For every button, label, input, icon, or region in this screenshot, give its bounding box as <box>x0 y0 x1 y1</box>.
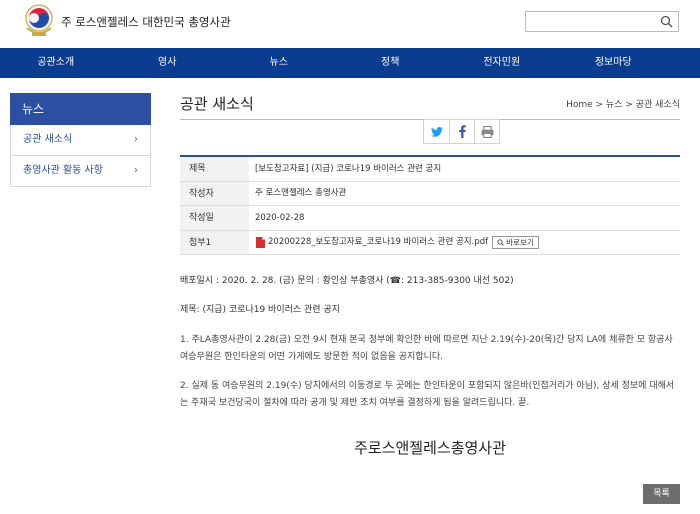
search-icon[interactable] <box>660 15 673 28</box>
post-author: 주 로스앤젤레스 총영사관 <box>255 188 347 199</box>
site-header: 주 로스앤젤레스 대한민국 총영사관 <box>0 0 700 48</box>
magnifier-icon <box>497 239 504 246</box>
pdf-icon <box>256 236 265 248</box>
print-button[interactable] <box>474 120 499 143</box>
release-info: 배포일시 : 2020. 2. 28. (금) 문의 : 황인상 부총영사 (☎… <box>180 276 514 286</box>
sidebar-heading: 뉴스 <box>10 93 151 125</box>
nav-item-policy[interactable]: 정책 <box>335 48 447 78</box>
facebook-share-button[interactable] <box>449 120 474 143</box>
sidebar-item-news[interactable]: 공관 새소식 › <box>10 125 151 156</box>
share-bar <box>423 119 500 144</box>
author-label: 작성자 <box>180 181 249 205</box>
sidebar-item-label: 공관 새소식 <box>23 134 73 145</box>
nav-item-consular[interactable]: 영사 <box>112 48 224 78</box>
sidebar-item-activities[interactable]: 총영사관 활동 사항 › <box>10 156 151 187</box>
post-date: 2020-02-28 <box>255 212 305 223</box>
nav-item-news[interactable]: 뉴스 <box>223 48 335 78</box>
page-title: 공관 새소식 <box>180 95 254 113</box>
search-input[interactable] <box>526 12 654 31</box>
facebook-icon <box>458 125 466 138</box>
chevron-right-icon: › <box>134 165 138 176</box>
attachment-link[interactable]: 20200228_보도참고자료_코로나19 바이러스 관련 공지.pdf <box>268 231 488 255</box>
nav-item-about[interactable]: 공관소개 <box>0 48 112 78</box>
print-icon <box>481 125 493 138</box>
attachment-cell: 20200228_보도참고자료_코로나19 바이러스 관련 공지.pdf 바로보… <box>249 231 680 255</box>
post-info-table: 제목 [보도참고자료] (지급) 코로나19 바이러스 관련 공지 작성자 주 … <box>180 155 680 255</box>
content-paragraph: 1. 주LA총영사관이 2.28(금) 오전 9시 현재 본국 정부에 확인한 … <box>180 335 673 362</box>
date-label: 작성일 <box>180 206 249 230</box>
main-nav: 공관소개 영사 뉴스 정책 전자민원 정보마당 <box>0 48 700 78</box>
breadcrumb[interactable]: Home > 뉴스 > 공관 새소식 <box>566 97 680 110</box>
closing-signature: 주로스앤젤레스총영사관 <box>354 439 506 457</box>
subject-label: 제목 <box>180 157 249 181</box>
nav-item-info[interactable]: 정보마당 <box>558 48 670 78</box>
table-row: 작성자 주 로스앤젤레스 총영사관 <box>180 181 680 206</box>
search-box[interactable] <box>525 11 679 32</box>
sidebar: 뉴스 공관 새소식 › 총영사관 활동 사항 › <box>10 93 151 187</box>
table-row: 작성일 2020-02-28 <box>180 206 680 231</box>
site-title[interactable]: 주 로스앤젤레스 대한민국 총영사관 <box>61 14 231 30</box>
twitter-icon <box>430 126 443 137</box>
table-row: 첨부1 20200228_보도참고자료_코로나19 바이러스 관련 공지.pdf… <box>180 230 680 255</box>
chevron-right-icon: › <box>134 134 138 145</box>
content-subject: 제목: (지급) 코로나19 바이러스 관련 공지 <box>180 305 341 315</box>
nav-item-e-civil[interactable]: 전자민원 <box>446 48 558 78</box>
government-emblem-icon[interactable] <box>24 4 54 38</box>
content-paragraph: 2. 실제 동 여승무원의 2.19(수) 당지에서의 이동경로 두 곳에는 한… <box>180 381 675 408</box>
preview-button[interactable]: 바로보기 <box>492 235 539 249</box>
post-subject: [보도참고자료] (지급) 코로나19 바이러스 관련 공지 <box>255 163 442 174</box>
preview-label: 바로보기 <box>506 237 534 247</box>
twitter-share-button[interactable] <box>424 120 449 143</box>
list-button[interactable]: 목록 <box>643 484 680 504</box>
attachment-label: 첨부1 <box>180 230 249 254</box>
table-row: 제목 [보도참고자료] (지급) 코로나19 바이러스 관련 공지 <box>180 157 680 182</box>
sidebar-item-label: 총영사관 활동 사항 <box>23 165 103 176</box>
